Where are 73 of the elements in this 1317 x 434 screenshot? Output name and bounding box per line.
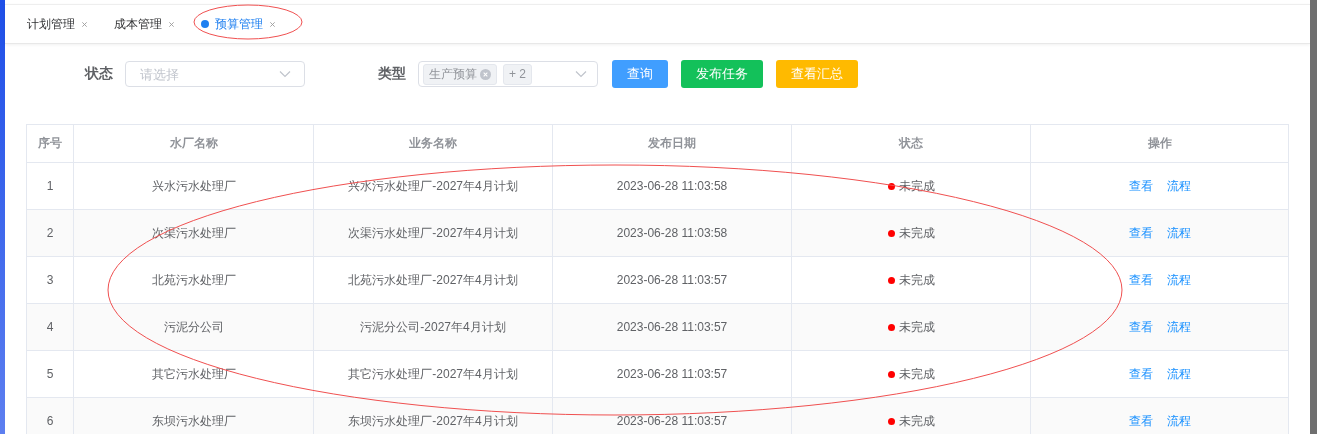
status-dot-icon (887, 276, 895, 284)
table-cell: 东坝污水处理厂 (73, 397, 314, 434)
more-tag: + 2 (503, 63, 532, 85)
chevron-down-icon (575, 70, 587, 78)
table-cell: 次渠污水处理厂 (73, 209, 314, 257)
table-cell: 5 (26, 350, 74, 398)
close-icon[interactable] (269, 20, 276, 28)
table-cell: 2023-06-28 11:03:57 (552, 303, 792, 351)
table-cell: 4 (26, 303, 74, 351)
filter-label: 类型 (378, 65, 406, 83)
tab[interactable]: 成本管理 (114, 15, 175, 33)
action-link[interactable]: 查看 (1128, 412, 1153, 430)
tab[interactable]: 预算管理 (201, 15, 276, 33)
status-text: 未完成 (898, 318, 935, 336)
status-select[interactable]: 请选择 (125, 61, 305, 87)
table-cell: 2023-06-28 11:03:57 (552, 397, 792, 434)
status-text: 未完成 (898, 412, 935, 430)
table-cell: 兴水污水处理厂 (73, 162, 314, 210)
action-link[interactable]: 查看 (1128, 271, 1153, 289)
action-link[interactable]: 查看 (1128, 224, 1153, 242)
filter-label: 状态 (85, 65, 113, 83)
column-header: 序号 (26, 124, 74, 163)
table-cell: 2023-06-28 11:03:58 (552, 209, 792, 257)
column-header: 状态 (791, 124, 1031, 163)
table-cell: 污泥分公司-2027年4月计划 (313, 303, 553, 351)
table-cell: 东坝污水处理厂-2027年4月计划 (313, 397, 553, 434)
action-link[interactable]: 流程 (1166, 318, 1191, 336)
close-icon[interactable] (168, 20, 175, 28)
tab[interactable]: 计划管理 (27, 15, 88, 33)
type-select[interactable]: 生产预算 + 2 (418, 61, 598, 87)
status-dot-icon (887, 229, 895, 237)
table-cell: 北苑污水处理厂 (73, 256, 314, 304)
status-dot-icon (887, 417, 895, 425)
table-cell: 1 (26, 162, 74, 210)
action-button[interactable]: 发布任务 (681, 60, 763, 88)
status-dot-icon (887, 370, 895, 378)
active-dot-icon (201, 20, 209, 28)
table-cell: 次渠污水处理厂-2027年4月计划 (313, 209, 553, 257)
table-cell: 2023-06-28 11:03:57 (552, 256, 792, 304)
action-button[interactable]: 查看汇总 (776, 60, 858, 88)
table-cell: 其它污水处理厂 (73, 350, 314, 398)
action-link[interactable]: 流程 (1166, 412, 1191, 430)
table-cell: 6 (26, 397, 74, 434)
column-header: 业务名称 (313, 124, 553, 163)
status-dot-icon (887, 182, 895, 190)
column-header: 水厂名称 (73, 124, 314, 163)
status-text: 未完成 (898, 271, 935, 289)
close-icon[interactable] (480, 68, 491, 80)
chevron-down-icon (279, 70, 291, 78)
table-cell: 其它污水处理厂-2027年4月计划 (313, 350, 553, 398)
table-cell: 3 (26, 256, 74, 304)
scrollbar[interactable] (1310, 0, 1317, 434)
table-cell: 北苑污水处理厂-2027年4月计划 (313, 256, 553, 304)
table-cell: 兴水污水处理厂-2027年4月计划 (313, 162, 553, 210)
close-icon[interactable] (81, 20, 88, 28)
status-text: 未完成 (898, 365, 935, 383)
table-cell: 2023-06-28 11:03:58 (552, 162, 792, 210)
action-link[interactable]: 查看 (1128, 365, 1153, 383)
action-link[interactable]: 流程 (1166, 224, 1191, 242)
status-dot-icon (887, 323, 895, 331)
action-link[interactable]: 流程 (1166, 365, 1191, 383)
action-link[interactable]: 流程 (1166, 177, 1191, 195)
action-link[interactable]: 查看 (1128, 318, 1153, 336)
table-cell: 污泥分公司 (73, 303, 314, 351)
status-text: 未完成 (898, 224, 935, 242)
table-cell: 2 (26, 209, 74, 257)
action-button[interactable]: 查询 (612, 60, 668, 88)
column-header: 操作 (1030, 124, 1289, 163)
action-link[interactable]: 流程 (1166, 271, 1191, 289)
action-link[interactable]: 查看 (1128, 177, 1153, 195)
column-header: 发布日期 (552, 124, 792, 163)
tag: 生产预算 (423, 63, 497, 85)
table-cell: 2023-06-28 11:03:57 (552, 350, 792, 398)
